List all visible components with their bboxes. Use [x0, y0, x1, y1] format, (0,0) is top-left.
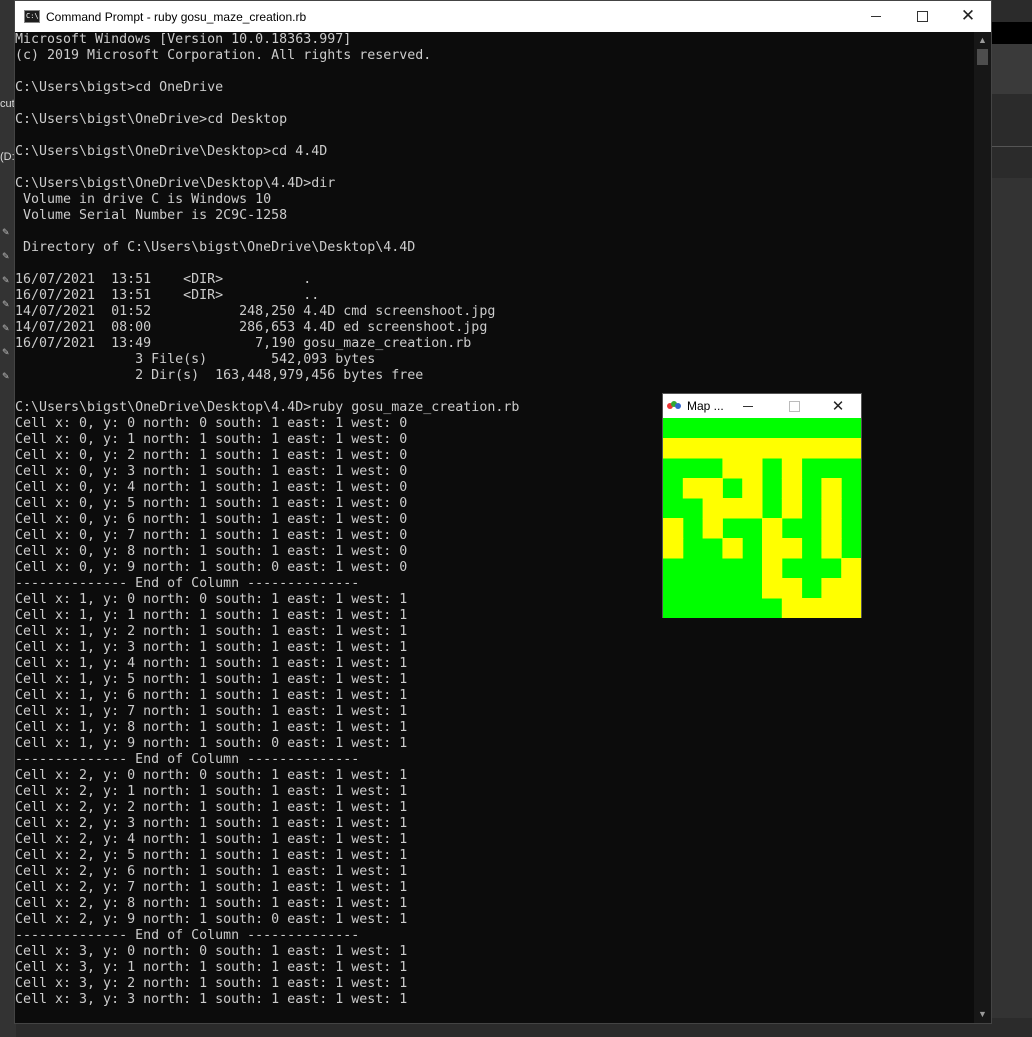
maze-cell: [841, 578, 861, 599]
cmd-icon: C:\: [24, 10, 40, 23]
maze-cell: [682, 478, 704, 499]
maze-cell: [781, 438, 803, 459]
maximize-icon: [788, 400, 800, 412]
map-close-button[interactable]: ✕: [823, 394, 853, 418]
background-divider: [992, 146, 1032, 147]
maze-cell: [663, 518, 684, 539]
gosu-map-window[interactable]: Map ... ✕: [662, 393, 862, 618]
minimize-button[interactable]: [853, 1, 899, 32]
window-titlebar[interactable]: C:\ Command Prompt - ruby gosu_maze_crea…: [15, 1, 991, 32]
maze-cell: [821, 438, 842, 459]
close-icon: ✕: [960, 6, 976, 26]
maze-cell: [841, 598, 861, 618]
maze-cell: [821, 518, 842, 539]
scroll-down-icon[interactable]: ▼: [974, 1006, 991, 1023]
close-button[interactable]: ✕: [945, 1, 991, 32]
maze-cell: [702, 498, 723, 519]
maze-cell: [801, 598, 822, 618]
pin-icon: ✎: [2, 227, 10, 237]
vertical-scrollbar[interactable]: ▲ ▼: [974, 32, 991, 1023]
maze-cell: [762, 538, 783, 559]
maze-cell: [781, 538, 803, 559]
maze-cell: [781, 458, 803, 479]
maze-cell: [781, 578, 803, 599]
maze-cell: [663, 438, 684, 459]
maze-cell: [722, 458, 743, 479]
map-maximize-button: [779, 394, 809, 418]
maze-cell: [722, 438, 743, 459]
maze-cell: [841, 438, 861, 459]
maze-cell: [821, 578, 842, 599]
pin-icon: ✎: [2, 275, 10, 285]
gosu-ruby-icon: [667, 401, 681, 411]
scroll-thumb[interactable]: [977, 49, 988, 65]
pin-icon: ✎: [2, 299, 10, 309]
background-window-right: [992, 0, 1032, 1037]
maze-cell: [821, 598, 842, 618]
maze-cell: [742, 438, 763, 459]
maze-cell: [821, 498, 842, 519]
maze-cell: [762, 518, 783, 539]
maze-cell: [781, 498, 803, 519]
background-band: [992, 22, 1032, 44]
maze-cell: [702, 518, 723, 539]
maze-cell: [781, 598, 803, 618]
maze-cell: [821, 538, 842, 559]
pin-icon: ✎: [2, 371, 10, 381]
maze-cell: [801, 438, 822, 459]
maximize-button[interactable]: [899, 1, 945, 32]
maximize-icon: [916, 11, 928, 22]
background-panel: [992, 178, 1032, 1018]
maze-cell: [663, 538, 684, 559]
background-band: [992, 44, 1032, 94]
maze-cell: [762, 438, 783, 459]
maze-cell: [742, 458, 763, 479]
maze-cell: [702, 478, 723, 499]
maze-cell: [742, 498, 763, 519]
minimize-icon: [871, 16, 881, 17]
pin-icon: ✎: [2, 251, 10, 261]
maze-cell: [722, 498, 743, 519]
maze-cell: [821, 478, 842, 499]
background-text-fragment: (D:: [0, 151, 15, 163]
scroll-up-icon[interactable]: ▲: [974, 32, 991, 49]
pin-icon: ✎: [2, 347, 10, 357]
map-minimize-button[interactable]: [733, 394, 763, 418]
pin-icon: ✎: [2, 323, 10, 333]
maze-cell: [682, 438, 704, 459]
background-text-fragment: cut: [0, 98, 15, 110]
maze-canvas: [663, 418, 861, 618]
maze-cell: [722, 538, 743, 559]
maze-cell: [742, 478, 763, 499]
minimize-icon: [743, 405, 753, 407]
maze-cell: [781, 478, 803, 499]
close-icon: ✕: [831, 397, 845, 415]
maze-cell: [762, 578, 783, 599]
maze-cell: [841, 558, 861, 579]
maze-cell: [702, 438, 723, 459]
map-window-titlebar[interactable]: Map ... ✕: [663, 394, 861, 418]
maze-cell: [762, 558, 783, 579]
window-title: Command Prompt - ruby gosu_maze_creation…: [46, 9, 307, 24]
map-window-title: Map ...: [687, 399, 724, 413]
